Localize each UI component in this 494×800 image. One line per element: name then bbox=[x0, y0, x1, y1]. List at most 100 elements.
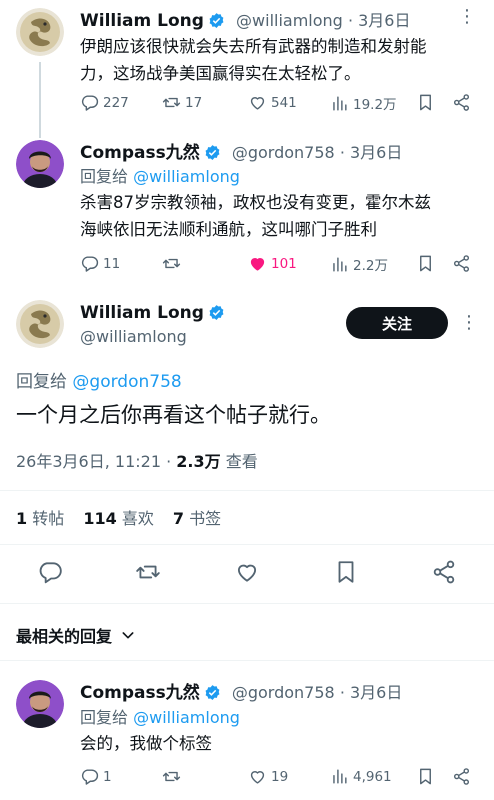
like-button[interactable]: 19 bbox=[248, 767, 288, 786]
follow-button[interactable]: 关注 bbox=[346, 307, 448, 339]
reply-context: 回复给 @williamlong bbox=[80, 704, 240, 728]
bookmark-icon bbox=[420, 94, 431, 111]
reply-prefix: 回复给 bbox=[80, 708, 129, 727]
retweet-count: 17 bbox=[185, 94, 203, 111]
divider bbox=[0, 660, 494, 661]
views-count: 2.2万 bbox=[353, 258, 388, 274]
bookmark-icon bbox=[420, 255, 431, 272]
retweets-stat[interactable]: 1 转帖 bbox=[16, 509, 64, 528]
views-button[interactable]: 4,961 bbox=[330, 767, 392, 786]
verified-icon bbox=[209, 13, 224, 28]
post-date[interactable]: · 3月6日 bbox=[348, 11, 411, 30]
share-button[interactable] bbox=[431, 559, 457, 589]
person-avatar bbox=[16, 140, 64, 188]
views-count: 19.2万 bbox=[353, 97, 397, 113]
reply-button[interactable] bbox=[37, 559, 63, 589]
bookmark-button[interactable] bbox=[333, 559, 359, 589]
bookmark-button[interactable] bbox=[416, 767, 439, 786]
share-button[interactable] bbox=[452, 767, 475, 786]
views-icon bbox=[333, 769, 347, 784]
avatar[interactable] bbox=[16, 300, 64, 348]
author-handle[interactable]: @gordon758 bbox=[232, 683, 335, 702]
views-button[interactable]: 19.2万 bbox=[330, 93, 397, 113]
person-avatar bbox=[16, 680, 64, 728]
bookmark-button[interactable] bbox=[416, 93, 439, 112]
share-button[interactable] bbox=[452, 93, 475, 112]
verified-icon bbox=[205, 145, 220, 160]
share-icon bbox=[453, 255, 470, 272]
reply-icon bbox=[81, 95, 99, 111]
share-button[interactable] bbox=[452, 254, 475, 273]
avatar[interactable] bbox=[16, 8, 64, 56]
thread-connector bbox=[39, 62, 41, 138]
retweet-button[interactable]: 17 bbox=[162, 93, 202, 112]
reply-handle-link[interactable]: @williamlong bbox=[133, 708, 240, 727]
like-count: 541 bbox=[271, 94, 297, 111]
action-bar: 227 17 541 19.2万 bbox=[80, 93, 476, 115]
like-count: 19 bbox=[271, 768, 289, 785]
divider bbox=[0, 544, 494, 545]
tweet-text-line: 伊朗应该很快就会失去所有武器的制造和发射能 bbox=[80, 37, 427, 56]
action-bar: 1 19 4,961 bbox=[80, 767, 476, 789]
reply-icon bbox=[81, 769, 99, 785]
like-button[interactable] bbox=[234, 559, 260, 589]
share-icon bbox=[433, 560, 455, 584]
reply-context: 回复给 @williamlong bbox=[80, 163, 240, 187]
reply-button[interactable]: 11 bbox=[80, 254, 120, 273]
reply-button[interactable]: 227 bbox=[80, 93, 129, 112]
author-name[interactable]: William Long bbox=[80, 11, 204, 31]
timestamp[interactable]: 26年3月6日, 11:21 · bbox=[16, 452, 176, 471]
reply-count: 1 bbox=[103, 768, 112, 785]
retweet-button[interactable] bbox=[162, 767, 185, 786]
bookmark-icon bbox=[420, 768, 431, 785]
tweet-text-line: 会的，我做个标签 bbox=[80, 734, 212, 753]
author-name[interactable]: William Long bbox=[80, 303, 204, 323]
reply-handle-link[interactable]: @williamlong bbox=[133, 167, 240, 186]
avatar[interactable] bbox=[16, 140, 64, 188]
share-icon bbox=[453, 94, 470, 111]
bookmark-icon bbox=[338, 561, 354, 583]
engagement-stats: 1 转帖 114 喜欢 7 书签 bbox=[16, 505, 221, 529]
divider bbox=[0, 490, 494, 491]
reply-prefix: 回复给 bbox=[80, 167, 129, 186]
like-count: 101 bbox=[271, 255, 297, 272]
chevron-down-icon bbox=[122, 632, 134, 639]
like-button[interactable]: 101 bbox=[248, 254, 297, 273]
timestamp-row: 26年3月6日, 11:21 · 2.3万 查看 bbox=[16, 448, 258, 472]
post-date[interactable]: · 3月6日 bbox=[340, 683, 403, 702]
author-name[interactable]: Compass九然 bbox=[80, 683, 200, 703]
retweet-button[interactable] bbox=[135, 559, 161, 589]
avatar[interactable] bbox=[16, 680, 64, 728]
retweet-icon bbox=[162, 258, 181, 269]
bookmark-button[interactable] bbox=[416, 254, 439, 273]
divider bbox=[0, 603, 494, 604]
author-handle[interactable]: @williamlong bbox=[236, 11, 343, 30]
more-icon[interactable]: ⋮ bbox=[460, 312, 479, 333]
dragon-logo-avatar bbox=[16, 300, 64, 348]
likes-stat[interactable]: 114 喜欢 bbox=[83, 509, 154, 528]
retweet-button[interactable] bbox=[162, 254, 185, 273]
reply-count: 227 bbox=[103, 94, 129, 111]
verified-icon bbox=[209, 305, 224, 320]
reply-handle-link[interactable]: @gordon758 bbox=[72, 372, 181, 392]
reply-context: 回复给 @gordon758 bbox=[16, 367, 182, 392]
author-handle[interactable]: @williamlong bbox=[80, 327, 187, 346]
views-icon bbox=[333, 95, 347, 111]
views-button[interactable]: 2.2万 bbox=[330, 254, 388, 274]
verified-icon bbox=[205, 685, 220, 700]
tweet-text-line: 海峡依旧无法顺利通航，这叫哪门子胜利 bbox=[80, 220, 377, 239]
reply-icon bbox=[39, 562, 62, 584]
reply-prefix: 回复给 bbox=[16, 372, 67, 392]
bookmarks-stat[interactable]: 7 书签 bbox=[173, 509, 221, 528]
author-handle[interactable]: @gordon758 bbox=[232, 143, 335, 162]
views-icon bbox=[333, 256, 347, 272]
reply-button[interactable]: 1 bbox=[80, 767, 112, 786]
like-button[interactable]: 541 bbox=[248, 93, 297, 112]
like-icon bbox=[250, 97, 265, 110]
reply-sort-dropdown[interactable]: 最相关的回复 bbox=[16, 623, 136, 647]
author-name[interactable]: Compass九然 bbox=[80, 143, 200, 163]
more-icon[interactable]: ⋮ bbox=[458, 6, 477, 27]
post-date[interactable]: · 3月6日 bbox=[340, 143, 403, 162]
reply-icon bbox=[81, 256, 99, 272]
tweet-text-line: 杀害87岁宗教领袖，政权也没有变更，霍尔木兹 bbox=[80, 193, 431, 212]
